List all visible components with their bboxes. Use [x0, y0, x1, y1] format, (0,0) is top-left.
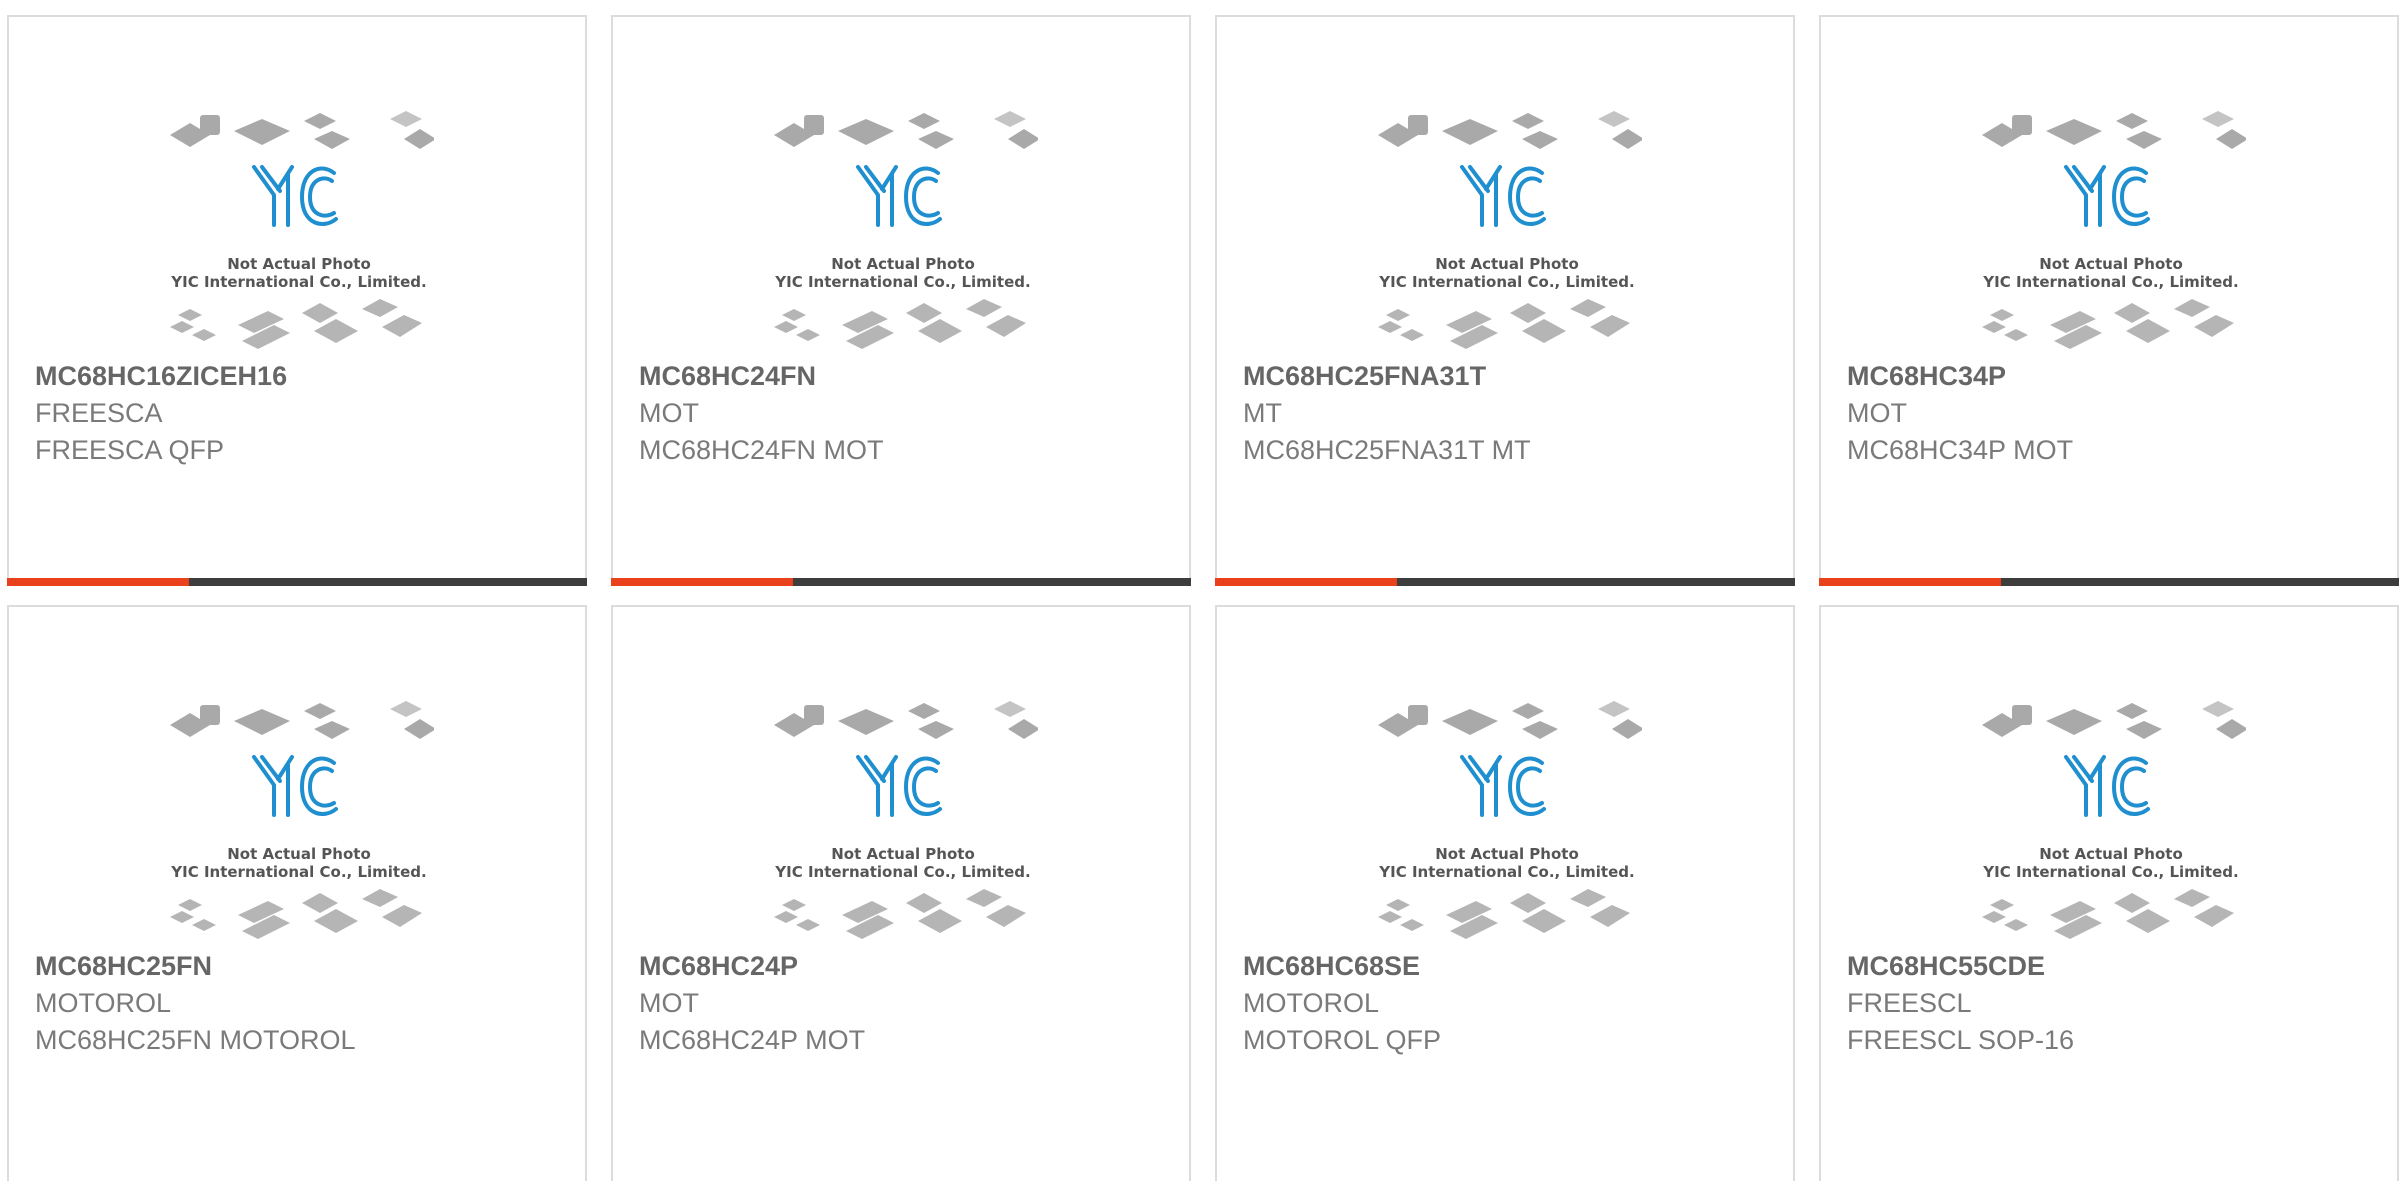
- not-actual-photo-label: Not Actual Photo: [831, 845, 975, 863]
- product-card[interactable]: Not Actual Photo YIC International Co., …: [1215, 15, 1795, 586]
- chip-placeholder-icon: Not Actual Photo YIC International Co., …: [774, 701, 1038, 939]
- product-card[interactable]: Not Actual Photo YIC International Co., …: [1215, 605, 1795, 1181]
- company-label: YIC International Co., Limited.: [170, 863, 426, 881]
- product-image[interactable]: Not Actual Photo YIC International Co., …: [768, 105, 1038, 365]
- product-part-number[interactable]: MC68HC68SE: [1243, 951, 1420, 982]
- product-image[interactable]: Not Actual Photo YIC International Co., …: [1976, 105, 2246, 365]
- product-card[interactable]: Not Actual Photo YIC International Co., …: [611, 15, 1191, 586]
- chip-placeholder-icon: Not Actual Photo YIC International Co., …: [170, 701, 434, 939]
- product-description: MC68HC34P MOT: [1847, 435, 2074, 465]
- not-actual-photo-label: Not Actual Photo: [227, 845, 371, 863]
- card-accent-bar: [1819, 578, 2001, 586]
- chip-placeholder-icon: Not Actual Photo YIC International Co., …: [1982, 701, 2246, 939]
- card-bottom-bar: [1215, 578, 1795, 586]
- company-label: YIC International Co., Limited.: [774, 273, 1030, 291]
- card-bottom-bar: [7, 578, 587, 586]
- product-manufacturer: MOTOROL: [1243, 988, 1380, 1018]
- product-part-number[interactable]: MC68HC25FNA31T: [1243, 361, 1486, 392]
- company-label: YIC International Co., Limited.: [1982, 863, 2238, 881]
- card-bottom-bar: [1819, 578, 2399, 586]
- product-card[interactable]: Not Actual Photo YIC International Co., …: [7, 605, 587, 1181]
- product-card[interactable]: Not Actual Photo YIC International Co., …: [1819, 15, 2399, 586]
- product-description: MC68HC24FN MOT: [639, 435, 884, 465]
- product-part-number[interactable]: MC68HC25FN: [35, 951, 212, 982]
- not-actual-photo-label: Not Actual Photo: [1435, 255, 1579, 273]
- product-image[interactable]: Not Actual Photo YIC International Co., …: [768, 695, 1038, 955]
- product-part-number[interactable]: MC68HC24P: [639, 951, 798, 982]
- card-accent-bar: [1215, 578, 1397, 586]
- product-part-number[interactable]: MC68HC16ZICEH16: [35, 361, 287, 392]
- product-description: MC68HC25FN MOTOROL: [35, 1025, 356, 1055]
- company-label: YIC International Co., Limited.: [1982, 273, 2238, 291]
- not-actual-photo-label: Not Actual Photo: [2039, 255, 2183, 273]
- product-image[interactable]: Not Actual Photo YIC International Co., …: [1976, 695, 2246, 955]
- product-description: FREESCL SOP-16: [1847, 1025, 2075, 1055]
- product-description: MC68HC24P MOT: [639, 1025, 866, 1055]
- product-card[interactable]: Not Actual Photo YIC International Co., …: [611, 605, 1191, 1181]
- product-manufacturer: FREESCL: [1847, 988, 1972, 1018]
- product-image[interactable]: Not Actual Photo YIC International Co., …: [1372, 105, 1642, 365]
- product-image[interactable]: Not Actual Photo YIC International Co., …: [164, 695, 434, 955]
- product-description: FREESCA QFP: [35, 435, 225, 465]
- product-description: MC68HC25FNA31T MT: [1243, 435, 1531, 465]
- product-part-number[interactable]: MC68HC34P: [1847, 361, 2006, 392]
- company-label: YIC International Co., Limited.: [1378, 273, 1634, 291]
- product-manufacturer: MT: [1243, 398, 1282, 428]
- chip-placeholder-icon: Not Actual Photo YIC International Co., …: [1378, 111, 1642, 349]
- product-manufacturer: MOTOROL: [35, 988, 172, 1018]
- chip-placeholder-icon: Not Actual Photo YIC International Co., …: [170, 111, 434, 349]
- product-manufacturer: MOT: [639, 398, 699, 428]
- card-accent-bar: [7, 578, 189, 586]
- product-part-number[interactable]: MC68HC24FN: [639, 361, 816, 392]
- not-actual-photo-label: Not Actual Photo: [831, 255, 975, 273]
- chip-placeholder-icon: Not Actual Photo YIC International Co., …: [774, 111, 1038, 349]
- card-accent-bar: [611, 578, 793, 586]
- not-actual-photo-label: Not Actual Photo: [227, 255, 371, 273]
- product-grid: Not Actual Photo YIC International Co., …: [0, 0, 2400, 1181]
- company-label: YIC International Co., Limited.: [774, 863, 1030, 881]
- product-manufacturer: FREESCA: [35, 398, 163, 428]
- company-label: YIC International Co., Limited.: [1378, 863, 1634, 881]
- not-actual-photo-label: Not Actual Photo: [2039, 845, 2183, 863]
- chip-placeholder-icon: Not Actual Photo YIC International Co., …: [1378, 701, 1642, 939]
- chip-placeholder-icon: Not Actual Photo YIC International Co., …: [1982, 111, 2246, 349]
- product-manufacturer: MOT: [1847, 398, 1907, 428]
- product-image[interactable]: Not Actual Photo YIC International Co., …: [164, 105, 434, 365]
- product-part-number[interactable]: MC68HC55CDE: [1847, 951, 2045, 982]
- product-image[interactable]: Not Actual Photo YIC International Co., …: [1372, 695, 1642, 955]
- product-card[interactable]: Not Actual Photo YIC International Co., …: [1819, 605, 2399, 1181]
- product-manufacturer: MOT: [639, 988, 699, 1018]
- product-description: MOTOROL QFP: [1243, 1025, 1442, 1055]
- product-card[interactable]: Not Actual Photo YIC International Co., …: [7, 15, 587, 586]
- company-label: YIC International Co., Limited.: [170, 273, 426, 291]
- card-bottom-bar: [611, 578, 1191, 586]
- not-actual-photo-label: Not Actual Photo: [1435, 845, 1579, 863]
